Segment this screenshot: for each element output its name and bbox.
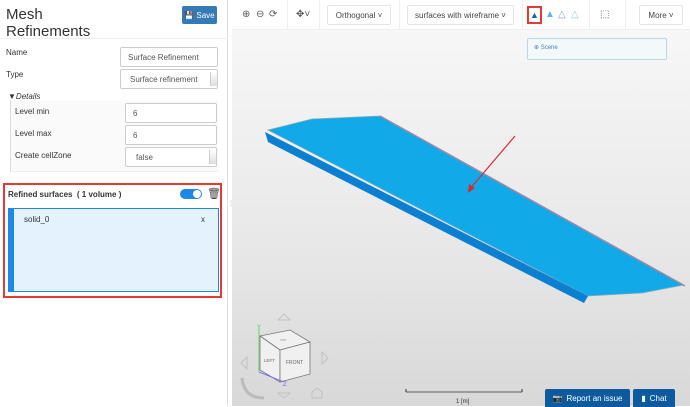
level-min-label: Level min xyxy=(15,107,50,116)
cellzone-label: Create cellZone xyxy=(15,151,72,160)
rotate-left-icon xyxy=(240,356,248,370)
camera-icon: 📷 xyxy=(552,393,563,403)
trash-icon[interactable]: 🗑 xyxy=(207,187,221,200)
list-item[interactable]: solid_0 xyxy=(24,215,49,224)
cube-front-label: FRONT xyxy=(286,360,303,366)
level-max-input[interactable]: 6 xyxy=(125,125,217,145)
rotate-right-icon xyxy=(321,351,329,365)
cube-top-label: TOP xyxy=(280,338,286,342)
remove-item-button[interactable]: x xyxy=(201,215,205,224)
level-min-input[interactable]: 6 xyxy=(125,103,217,123)
refined-surfaces-toggle[interactable] xyxy=(180,189,202,199)
name-label: Name xyxy=(6,48,28,57)
mesh-refinement-panel: Mesh Refinements 💾 Save Name Surface Refin… xyxy=(0,0,228,406)
level-max-label: Level max xyxy=(15,129,52,138)
chat-button[interactable]: ▮ Chat xyxy=(633,389,675,407)
surface-list[interactable]: solid_0 x xyxy=(8,208,219,292)
home-icon xyxy=(311,387,323,399)
rotate-around-icon xyxy=(240,377,265,400)
rotate-up-icon xyxy=(277,313,291,321)
chat-bubble-icon: ▮ xyxy=(641,393,646,403)
wing-top-surface[interactable] xyxy=(267,115,686,297)
divider xyxy=(0,38,228,39)
scale-label: 1 [m] xyxy=(456,399,470,405)
cube-left-label: LEFT xyxy=(264,358,275,363)
type-select[interactable]: Surface refinement xyxy=(120,69,218,89)
cellzone-select[interactable]: false xyxy=(125,147,217,167)
refined-surfaces-label: Refined surfaces ( 1 volume ) xyxy=(8,190,122,199)
floppy-icon: 💾 xyxy=(184,10,195,20)
3d-viewer[interactable]: ⊕ ⊖ ⟳ ✥˅ Orthogonal ˅ surfaces with wire… xyxy=(232,0,690,407)
axis-z-label: Z xyxy=(283,382,287,388)
type-label: Type xyxy=(6,70,24,79)
page-title: Mesh Refinements xyxy=(6,6,91,40)
axis-y-label: Y xyxy=(257,325,261,331)
report-issue-button[interactable]: 📷 Report an issue xyxy=(545,389,630,407)
save-button[interactable]: 💾 Save xyxy=(182,6,217,24)
refined-surfaces-section: Refined surfaces ( 1 volume ) 🗑 solid_0 … xyxy=(3,183,222,298)
rotate-down-icon xyxy=(276,392,292,399)
model-canvas[interactable]: Y Z LEFT FRONT TOP 1 [m] xyxy=(232,0,690,406)
name-input[interactable]: Surface Refinement xyxy=(120,47,218,67)
